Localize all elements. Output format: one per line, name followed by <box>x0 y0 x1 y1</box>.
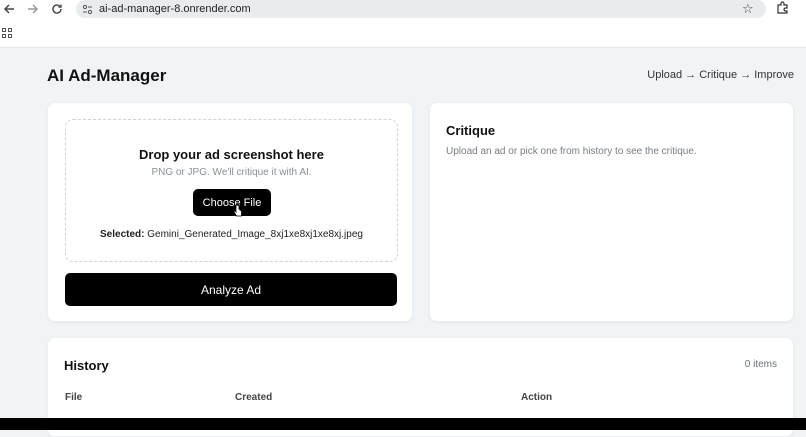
browser-chrome: ai-ad-manager-8.onrender.com ☆ <box>0 0 806 48</box>
url-text[interactable]: ai-ad-manager-8.onrender.com <box>99 1 251 17</box>
forward-arrow-icon[interactable] <box>24 0 42 18</box>
extensions-icon[interactable] <box>776 1 789 17</box>
critique-card: Critique Upload an ad or pick one from h… <box>429 102 794 322</box>
workflow-steps: Upload → Critique → Improve <box>647 69 794 81</box>
column-header-action: Action <box>521 392 553 403</box>
selected-file: Selected: Gemini_Generated_Image_8xj1xe8… <box>66 229 397 240</box>
dropzone[interactable]: Drop your ad screenshot here PNG or JPG.… <box>65 119 398 262</box>
critique-title: Critique <box>446 123 496 138</box>
upload-card: Drop your ad screenshot here PNG or JPG.… <box>47 102 413 322</box>
page-title: AI Ad-Manager <box>47 66 167 85</box>
history-count: 0 items <box>744 359 777 370</box>
back-arrow-icon[interactable] <box>0 0 18 18</box>
critique-empty-text: Upload an ad or pick one from history to… <box>446 146 697 157</box>
dropzone-title: Drop your ad screenshot here <box>139 147 324 162</box>
dropzone-subtitle: PNG or JPG. We'll critique it with AI. <box>151 167 312 178</box>
apps-grid-icon[interactable] <box>2 28 13 39</box>
choose-file-button[interactable]: Choose File <box>193 189 271 216</box>
analyze-ad-button[interactable]: Analyze Ad <box>65 273 397 306</box>
column-header-file: File <box>65 392 83 403</box>
history-title: History <box>64 358 109 373</box>
bookmark-star-icon[interactable]: ☆ <box>742 1 754 17</box>
taskbar <box>0 418 806 430</box>
selected-filename: Gemini_Generated_Image_8xj1xe8xj1xe8xj.j… <box>147 229 363 240</box>
column-header-created: Created <box>235 392 273 403</box>
site-settings-icon[interactable] <box>80 2 94 16</box>
mouse-pointer-icon <box>233 204 243 217</box>
reload-icon[interactable] <box>48 0 66 18</box>
selected-label: Selected: <box>100 229 145 240</box>
